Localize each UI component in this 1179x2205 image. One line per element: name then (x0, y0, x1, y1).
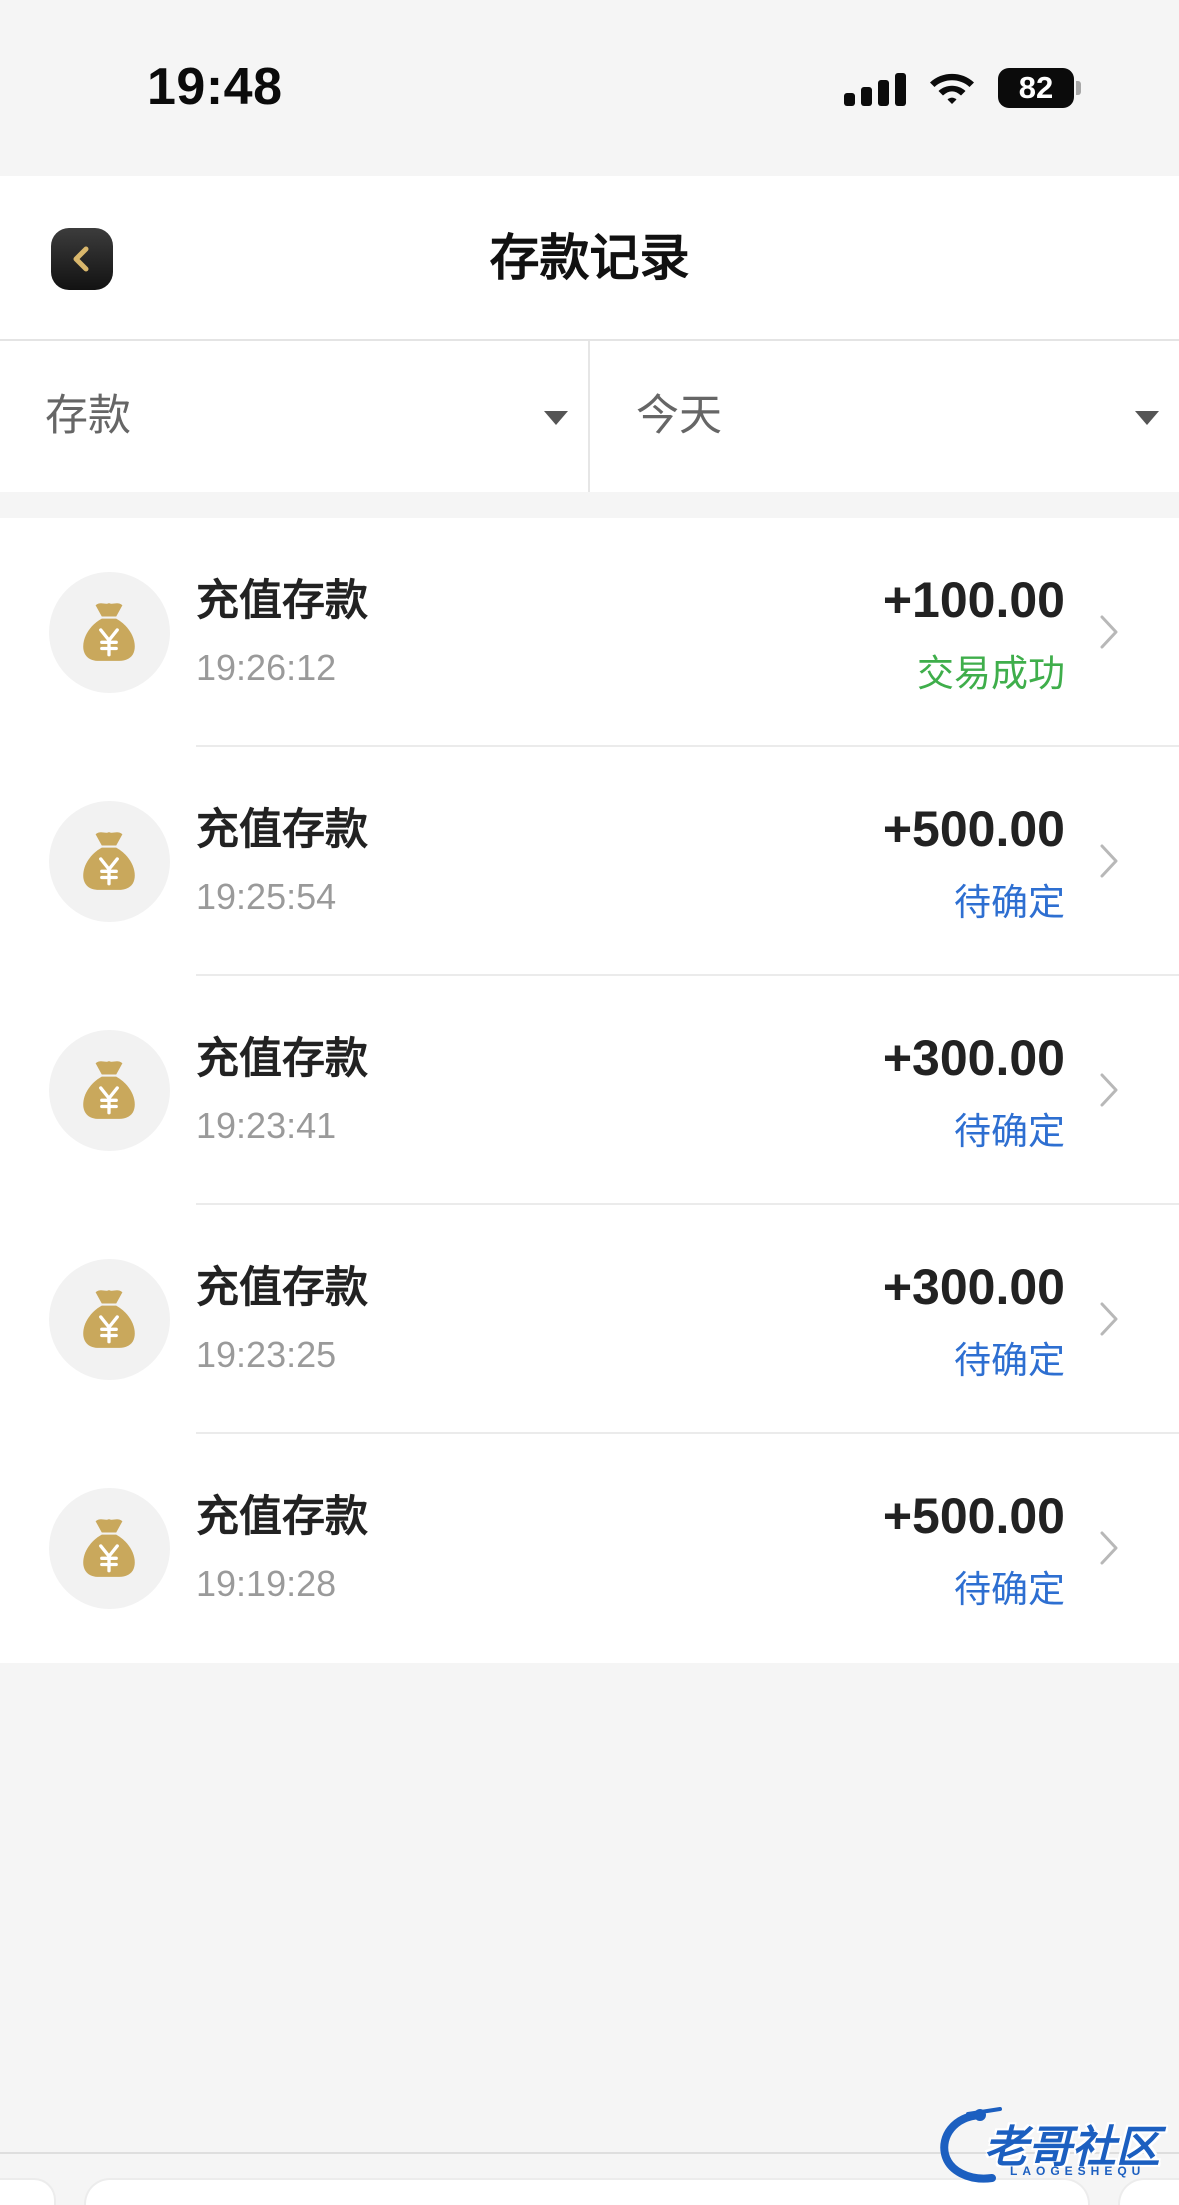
record-title: 充值存款 (196, 806, 368, 854)
money-bag-icon (49, 801, 170, 922)
money-bag-icon (49, 1259, 170, 1380)
chevron-right-icon (1097, 1299, 1121, 1339)
bottom-bar-segment-left (0, 2178, 56, 2205)
record-amount: +500.00 (882, 1488, 1065, 1544)
record-time: 19:23:41 (196, 1105, 337, 1146)
record-time: 19:23:25 (196, 1334, 337, 1375)
nav-header: 存款记录 (0, 176, 1179, 340)
filter-type-label: 存款 (45, 392, 131, 440)
record-status: 交易成功 (917, 653, 1065, 694)
record-status: 待确定 (954, 1569, 1065, 1610)
record-title: 充值存款 (196, 1035, 368, 1083)
record-row[interactable]: 充值存款 19:19:28 +500.00 待确定 (0, 1434, 1179, 1663)
record-time: 19:26:12 (196, 647, 337, 688)
record-row[interactable]: 充值存款 19:23:41 +300.00 待确定 (0, 976, 1179, 1205)
record-amount: +500.00 (882, 801, 1065, 857)
record-title: 充值存款 (196, 1493, 368, 1541)
record-status: 待确定 (954, 882, 1065, 923)
record-amount: +100.00 (882, 572, 1065, 628)
record-time: 19:25:54 (196, 876, 337, 917)
record-amount: +300.00 (882, 1030, 1065, 1086)
money-bag-icon (49, 572, 170, 693)
filter-type-dropdown[interactable]: 存款 (0, 341, 588, 492)
page-title: 存款记录 (489, 230, 690, 286)
chevron-left-icon (73, 246, 89, 272)
money-bag-icon (49, 1030, 170, 1151)
wifi-icon (928, 70, 976, 106)
record-row[interactable]: 充值存款 19:23:25 +300.00 待确定 (0, 1205, 1179, 1434)
record-row[interactable]: 充值存款 19:26:12 +100.00 交易成功 (0, 518, 1179, 747)
chevron-right-icon (1097, 612, 1121, 652)
record-row[interactable]: 充值存款 19:25:54 +500.00 待确定 (0, 747, 1179, 976)
back-button[interactable] (51, 228, 113, 290)
status-bar: 19:48 82 (0, 0, 1179, 176)
filter-date-label: 今天 (636, 392, 722, 440)
watermark-logo: 老哥社区 LAOGESHEQU (938, 2106, 1174, 2198)
battery-cap (1076, 81, 1081, 95)
cellular-signal-icon (844, 70, 906, 106)
money-bag-icon (49, 1488, 170, 1609)
filter-bar: 存款 今天 (0, 341, 1179, 492)
chevron-right-icon (1097, 1070, 1121, 1110)
battery-icon: 82 (998, 68, 1074, 108)
watermark-subtitle: LAOGESHEQU (1010, 2164, 1146, 2178)
filter-date-dropdown[interactable]: 今天 (590, 341, 1179, 492)
dropdown-arrow-icon (544, 411, 568, 425)
record-status: 待确定 (954, 1111, 1065, 1152)
chevron-right-icon (1097, 841, 1121, 881)
record-title: 充值存款 (196, 577, 368, 625)
record-amount: +300.00 (882, 1259, 1065, 1315)
deposit-records-screen: 19:48 82 存款记录 存款 今天 充值存款 19:26:12 +100.0… (0, 0, 1179, 2205)
record-title: 充值存款 (196, 1264, 368, 1312)
record-status: 待确定 (954, 1340, 1065, 1381)
deposit-record-list: 充值存款 19:26:12 +100.00 交易成功 充值存款 19:25:54… (0, 518, 1179, 1663)
record-time: 19:19:28 (196, 1563, 337, 1604)
status-time: 19:48 (147, 58, 283, 116)
chevron-right-icon (1097, 1528, 1121, 1568)
dropdown-arrow-icon (1135, 411, 1159, 425)
